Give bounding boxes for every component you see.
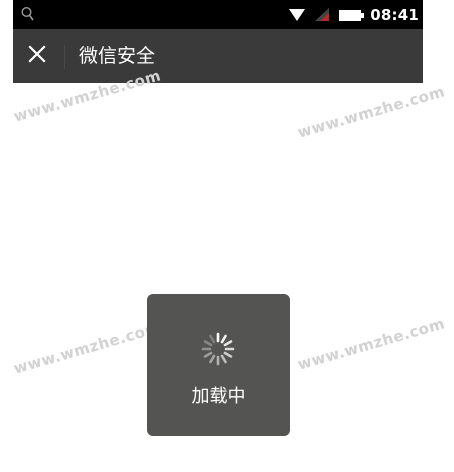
wechat-security-page: 08:41 微信安全 www.wmzhe.com www.wmzhe.com w…	[0, 0, 454, 472]
close-icon	[28, 45, 46, 67]
status-bar: 08:41	[13, 0, 423, 29]
close-button[interactable]	[13, 29, 61, 83]
title-bar: 微信安全	[13, 29, 423, 83]
title-divider	[64, 45, 65, 69]
watermark: www.wmzhe.com	[295, 314, 447, 374]
wifi-icon	[288, 8, 306, 22]
loading-toast: 加载中	[147, 294, 290, 436]
signal-icon	[314, 7, 330, 22]
battery-icon	[339, 8, 365, 22]
spinner-icon	[200, 331, 236, 367]
watermark: www.wmzhe.com	[295, 82, 447, 142]
loading-text: 加载中	[191, 386, 246, 407]
status-indicators: 08:41	[288, 0, 419, 29]
status-time: 08:41	[370, 5, 419, 24]
search-icon	[21, 6, 34, 22]
watermark: www.wmzhe.com	[11, 318, 163, 378]
